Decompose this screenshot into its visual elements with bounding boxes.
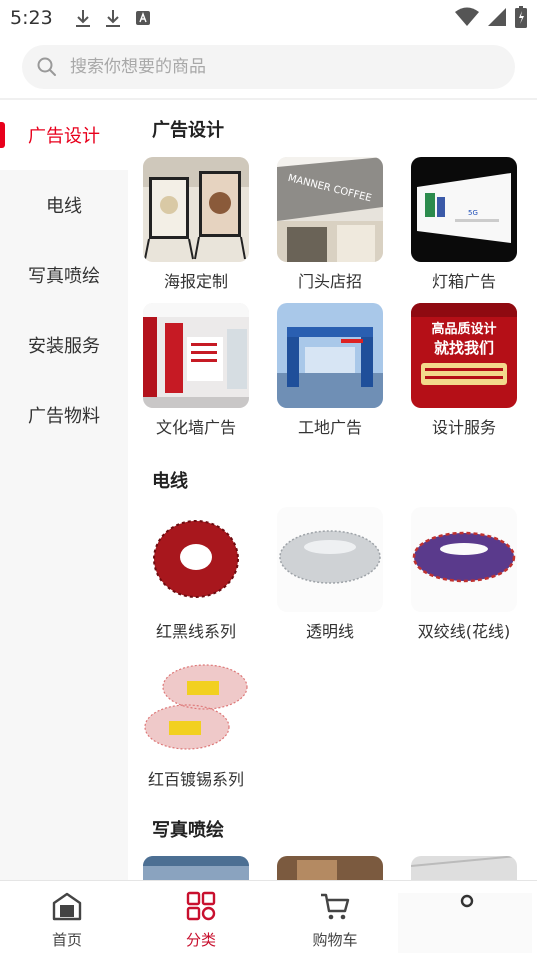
category-label: 工地广告 [297, 418, 362, 437]
wifi-icon [455, 7, 479, 31]
sidebar-item-print[interactable]: 写真喷绘 [0, 240, 128, 310]
sidebar-item-wire[interactable]: 电线 [0, 170, 128, 240]
sidebar-item-label: 电线 [46, 196, 82, 217]
category-tile-culture-wall[interactable]: 文化墙广告 [143, 303, 249, 438]
category-label: 红黑线系列 [155, 622, 236, 641]
sidebar-item-label: 写真喷绘 [28, 266, 100, 287]
nav-category[interactable]: 分类 [161, 891, 241, 950]
lightbox-image: 5G [411, 157, 517, 262]
sidebar-item-materials[interactable]: 广告物料 [0, 380, 128, 450]
download-icon [75, 8, 91, 28]
category-tile-transparent-wire[interactable]: 透明线 [277, 507, 383, 642]
section-title-wire: 电线 [152, 471, 188, 492]
nav-label: 首页 [51, 931, 82, 949]
nav-placeholder [398, 893, 532, 953]
category-tile-print-3[interactable] [411, 856, 517, 880]
sidebar-item-label: 广告物料 [28, 406, 100, 427]
search-bar[interactable] [22, 45, 515, 89]
cart-icon [319, 893, 351, 925]
section-title-ad-design: 广告设计 [152, 120, 224, 141]
category-tile-twisted-pair[interactable]: 双绞线(花线) [411, 507, 517, 642]
svg-text:高品质设计: 高品质设计 [431, 321, 496, 337]
bottom-nav: 首页 分类 购物车 [0, 880, 537, 956]
category-label: 门头店招 [297, 272, 362, 291]
nav-cart[interactable]: 购物车 [295, 891, 375, 950]
sidebar-item-label: 安装服务 [28, 336, 100, 357]
construction-gate-image [277, 303, 383, 408]
category-label: 透明线 [305, 622, 354, 641]
signal-icon [487, 7, 507, 31]
sidebar-item-ad-design[interactable]: 广告设计 [0, 100, 128, 170]
print-product-image [411, 856, 517, 880]
category-grid-icon [186, 891, 216, 925]
status-bar: 5:23 [0, 0, 537, 36]
tinned-wire-rolls-image [143, 655, 249, 760]
svg-text:5G: 5G [468, 209, 478, 217]
poster-stand-image [143, 157, 249, 262]
svg-text:就找我们: 就找我们 [434, 339, 494, 357]
storefront-sign-image: MANNER COFFEE [277, 157, 383, 262]
category-sidebar: 广告设计 电线 写真喷绘 安装服务 广告物料 [0, 100, 128, 880]
category-tile-storefront[interactable]: MANNER COFFEE 门头店招 [277, 157, 383, 292]
category-label: 双绞线(花线) [417, 622, 511, 641]
status-time: 5:23 [10, 7, 53, 29]
culture-wall-image [143, 303, 249, 408]
category-label: 红百镀锡系列 [147, 770, 244, 789]
category-label: 设计服务 [431, 418, 496, 437]
category-label: 文化墙广告 [155, 418, 236, 437]
category-label: 灯箱广告 [431, 272, 496, 291]
print-product-image [143, 856, 249, 880]
search-input[interactable] [70, 57, 470, 77]
home-icon [51, 892, 83, 925]
print-product-image [277, 856, 383, 880]
section-title-print: 写真喷绘 [152, 820, 224, 841]
category-tile-construction[interactable]: 工地广告 [277, 303, 383, 438]
dot-icon [460, 893, 474, 912]
nav-label: 购物车 [312, 931, 358, 949]
red-black-wire-coil-image [143, 507, 249, 612]
sidebar-item-install[interactable]: 安装服务 [0, 310, 128, 380]
design-service-banner-image: 高品质设计 就找我们 [411, 303, 517, 408]
category-tile-poster[interactable]: 海报定制 [143, 157, 249, 292]
download-icon [105, 8, 121, 28]
category-tile-print-1[interactable] [143, 856, 249, 880]
category-tile-tinned-wire[interactable]: 红百镀锡系列 [143, 655, 249, 790]
sidebar-item-label: 广告设计 [28, 126, 100, 147]
twisted-pair-wire-coil-image [411, 507, 517, 612]
category-label: 海报定制 [163, 272, 228, 291]
transparent-wire-coil-image [277, 507, 383, 612]
category-tile-lightbox[interactable]: 5G 灯箱广告 [411, 157, 517, 292]
category-tile-red-black-wire[interactable]: 红黑线系列 [143, 507, 249, 642]
category-content: 广告设计 海报定制 MANNER COFFEE 门头店招 5G 灯箱广告 文化墙… [128, 100, 537, 880]
search-icon [36, 56, 58, 78]
nav-home[interactable]: 首页 [27, 891, 107, 950]
category-tile-print-2[interactable] [277, 856, 383, 880]
font-app-icon [135, 10, 151, 26]
category-tile-design-service[interactable]: 高品质设计 就找我们 设计服务 [411, 303, 517, 438]
nav-label: 分类 [185, 931, 216, 949]
battery-icon [515, 6, 527, 32]
